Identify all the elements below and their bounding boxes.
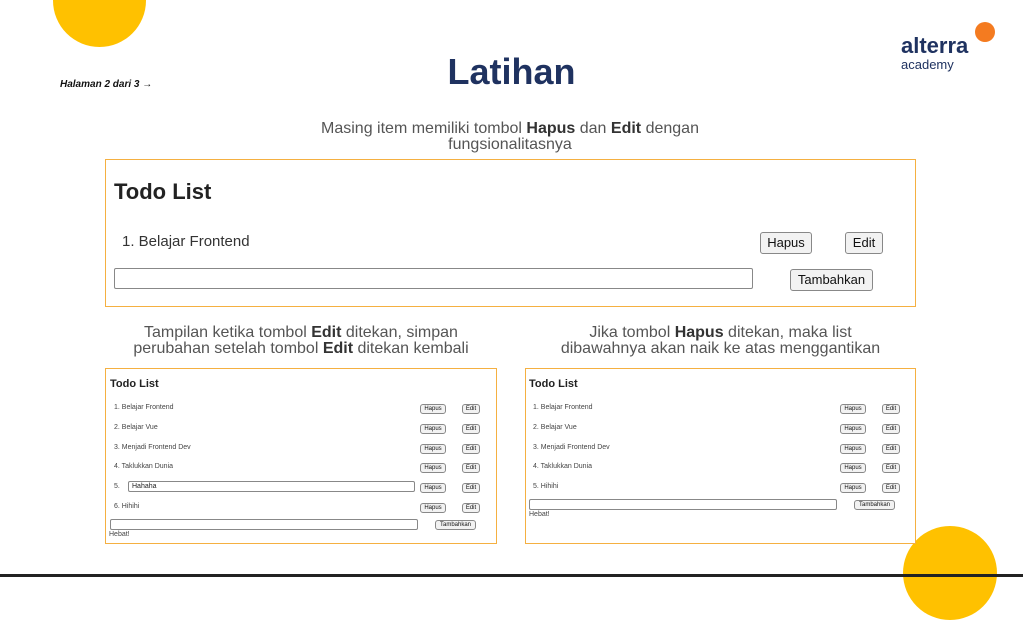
todo-title: Todo List: [114, 179, 212, 204]
todo-item: 5.: [114, 483, 120, 490]
caption-top: Masing item memiliki tombol Hapus dan Ed…: [240, 121, 780, 153]
delete-button[interactable]: Hapus: [840, 444, 866, 454]
todo-item: 1. Belajar Frontend: [114, 404, 174, 411]
caption-text: dan: [575, 120, 611, 137]
brand-wordmark: alterra: [901, 33, 969, 58]
todo-title: Todo List: [529, 378, 578, 390]
edit-button[interactable]: Edit: [882, 463, 900, 473]
todo-input[interactable]: [110, 519, 418, 530]
delete-button[interactable]: Hapus: [420, 463, 446, 473]
add-button[interactable]: Tambahkan: [790, 269, 873, 291]
todo-item: 4. Taklukkan Dunia: [533, 463, 593, 470]
delete-button[interactable]: Hapus: [760, 232, 812, 254]
todo-title: Todo List: [110, 378, 159, 390]
todo-input[interactable]: [529, 499, 837, 510]
todo-item: 1. Belajar Frontend: [533, 404, 593, 411]
caption-text: ditekan kembali: [353, 340, 469, 357]
todo-item: 2. Belajar Vue: [533, 424, 577, 431]
delete-button[interactable]: Hapus: [420, 404, 446, 414]
edit-button[interactable]: Edit: [462, 444, 480, 454]
brand-subtitle: academy: [901, 57, 954, 72]
todo-item: 3. Menjadi Frontend Dev: [114, 444, 191, 451]
edit-button[interactable]: Edit: [462, 483, 480, 493]
status-note: Hebat!: [109, 531, 130, 538]
add-button[interactable]: Tambahkan: [435, 520, 476, 530]
caption-text: perubahan setelah tombol: [133, 340, 323, 357]
decorative-circle-top-left: [53, 0, 146, 47]
caption-text: ditekan, maka list: [723, 324, 852, 341]
caption-text: dengan: [641, 120, 699, 137]
brand-dot-icon: [975, 22, 995, 42]
status-note: Hebat!: [529, 511, 550, 518]
todo-demo-edit: Todo List 1. Belajar Frontend Hapus Edit…: [105, 368, 497, 544]
edit-button[interactable]: Edit: [462, 503, 480, 513]
caption-text: Tampilan ketika tombol: [144, 324, 312, 341]
todo-item: 6. Hihihi: [114, 503, 140, 510]
caption-bold: Edit: [322, 340, 354, 357]
todo-item: 5. Hihihi: [533, 483, 559, 490]
delete-button[interactable]: Hapus: [840, 463, 866, 473]
todo-item: 1. Belajar Frontend: [122, 233, 250, 250]
caption-bold: Edit: [311, 324, 342, 341]
caption-bold: Edit: [610, 120, 642, 137]
caption-bold: Hapus: [674, 324, 724, 341]
decorative-circle-bottom-right: [903, 526, 997, 620]
delete-button[interactable]: Hapus: [840, 424, 866, 434]
delete-button[interactable]: Hapus: [840, 404, 866, 414]
todo-input[interactable]: [114, 268, 753, 289]
todo-demo-delete: Todo List 1. Belajar Frontend Hapus Edit…: [525, 368, 916, 544]
caption-bold: Hapus: [526, 120, 576, 137]
delete-button[interactable]: Hapus: [420, 503, 446, 513]
caption-text: dibawahnya akan naik ke atas menggantika…: [560, 340, 881, 357]
page-title: Latihan: [447, 51, 576, 92]
todo-item: 3. Menjadi Frontend Dev: [533, 444, 610, 451]
edit-button[interactable]: Edit: [462, 463, 480, 473]
todo-item: 4. Taklukkan Dunia: [114, 463, 174, 470]
caption-text: Masing item memiliki tombol: [321, 120, 527, 137]
edit-button[interactable]: Edit: [882, 404, 900, 414]
edit-button[interactable]: Edit: [462, 424, 480, 434]
caption-text: ditekan, simpan: [341, 324, 458, 341]
caption-text: fungsionalitasnya: [448, 136, 572, 153]
todo-demo-main: Todo List 1. Belajar Frontend Hapus Edit…: [105, 159, 916, 307]
caption-text: Jika tombol: [589, 324, 675, 341]
edit-button[interactable]: Edit: [845, 232, 883, 254]
edit-button[interactable]: Edit: [882, 483, 900, 493]
delete-button[interactable]: Hapus: [840, 483, 866, 493]
add-button[interactable]: Tambahkan: [854, 500, 895, 510]
delete-button[interactable]: Hapus: [420, 424, 446, 434]
edit-button[interactable]: Edit: [882, 444, 900, 454]
delete-button[interactable]: Hapus: [420, 444, 446, 454]
todo-item: 2. Belajar Vue: [114, 424, 158, 431]
caption-left: Tampilan ketika tombol Edit ditekan, sim…: [105, 325, 497, 357]
delete-button[interactable]: Hapus: [420, 483, 446, 493]
caption-right: Jika tombol Hapus ditekan, maka list dib…: [525, 325, 916, 357]
edit-input[interactable]: Hahaha: [128, 481, 415, 492]
edit-button[interactable]: Edit: [882, 424, 900, 434]
edit-button[interactable]: Edit: [462, 404, 480, 414]
